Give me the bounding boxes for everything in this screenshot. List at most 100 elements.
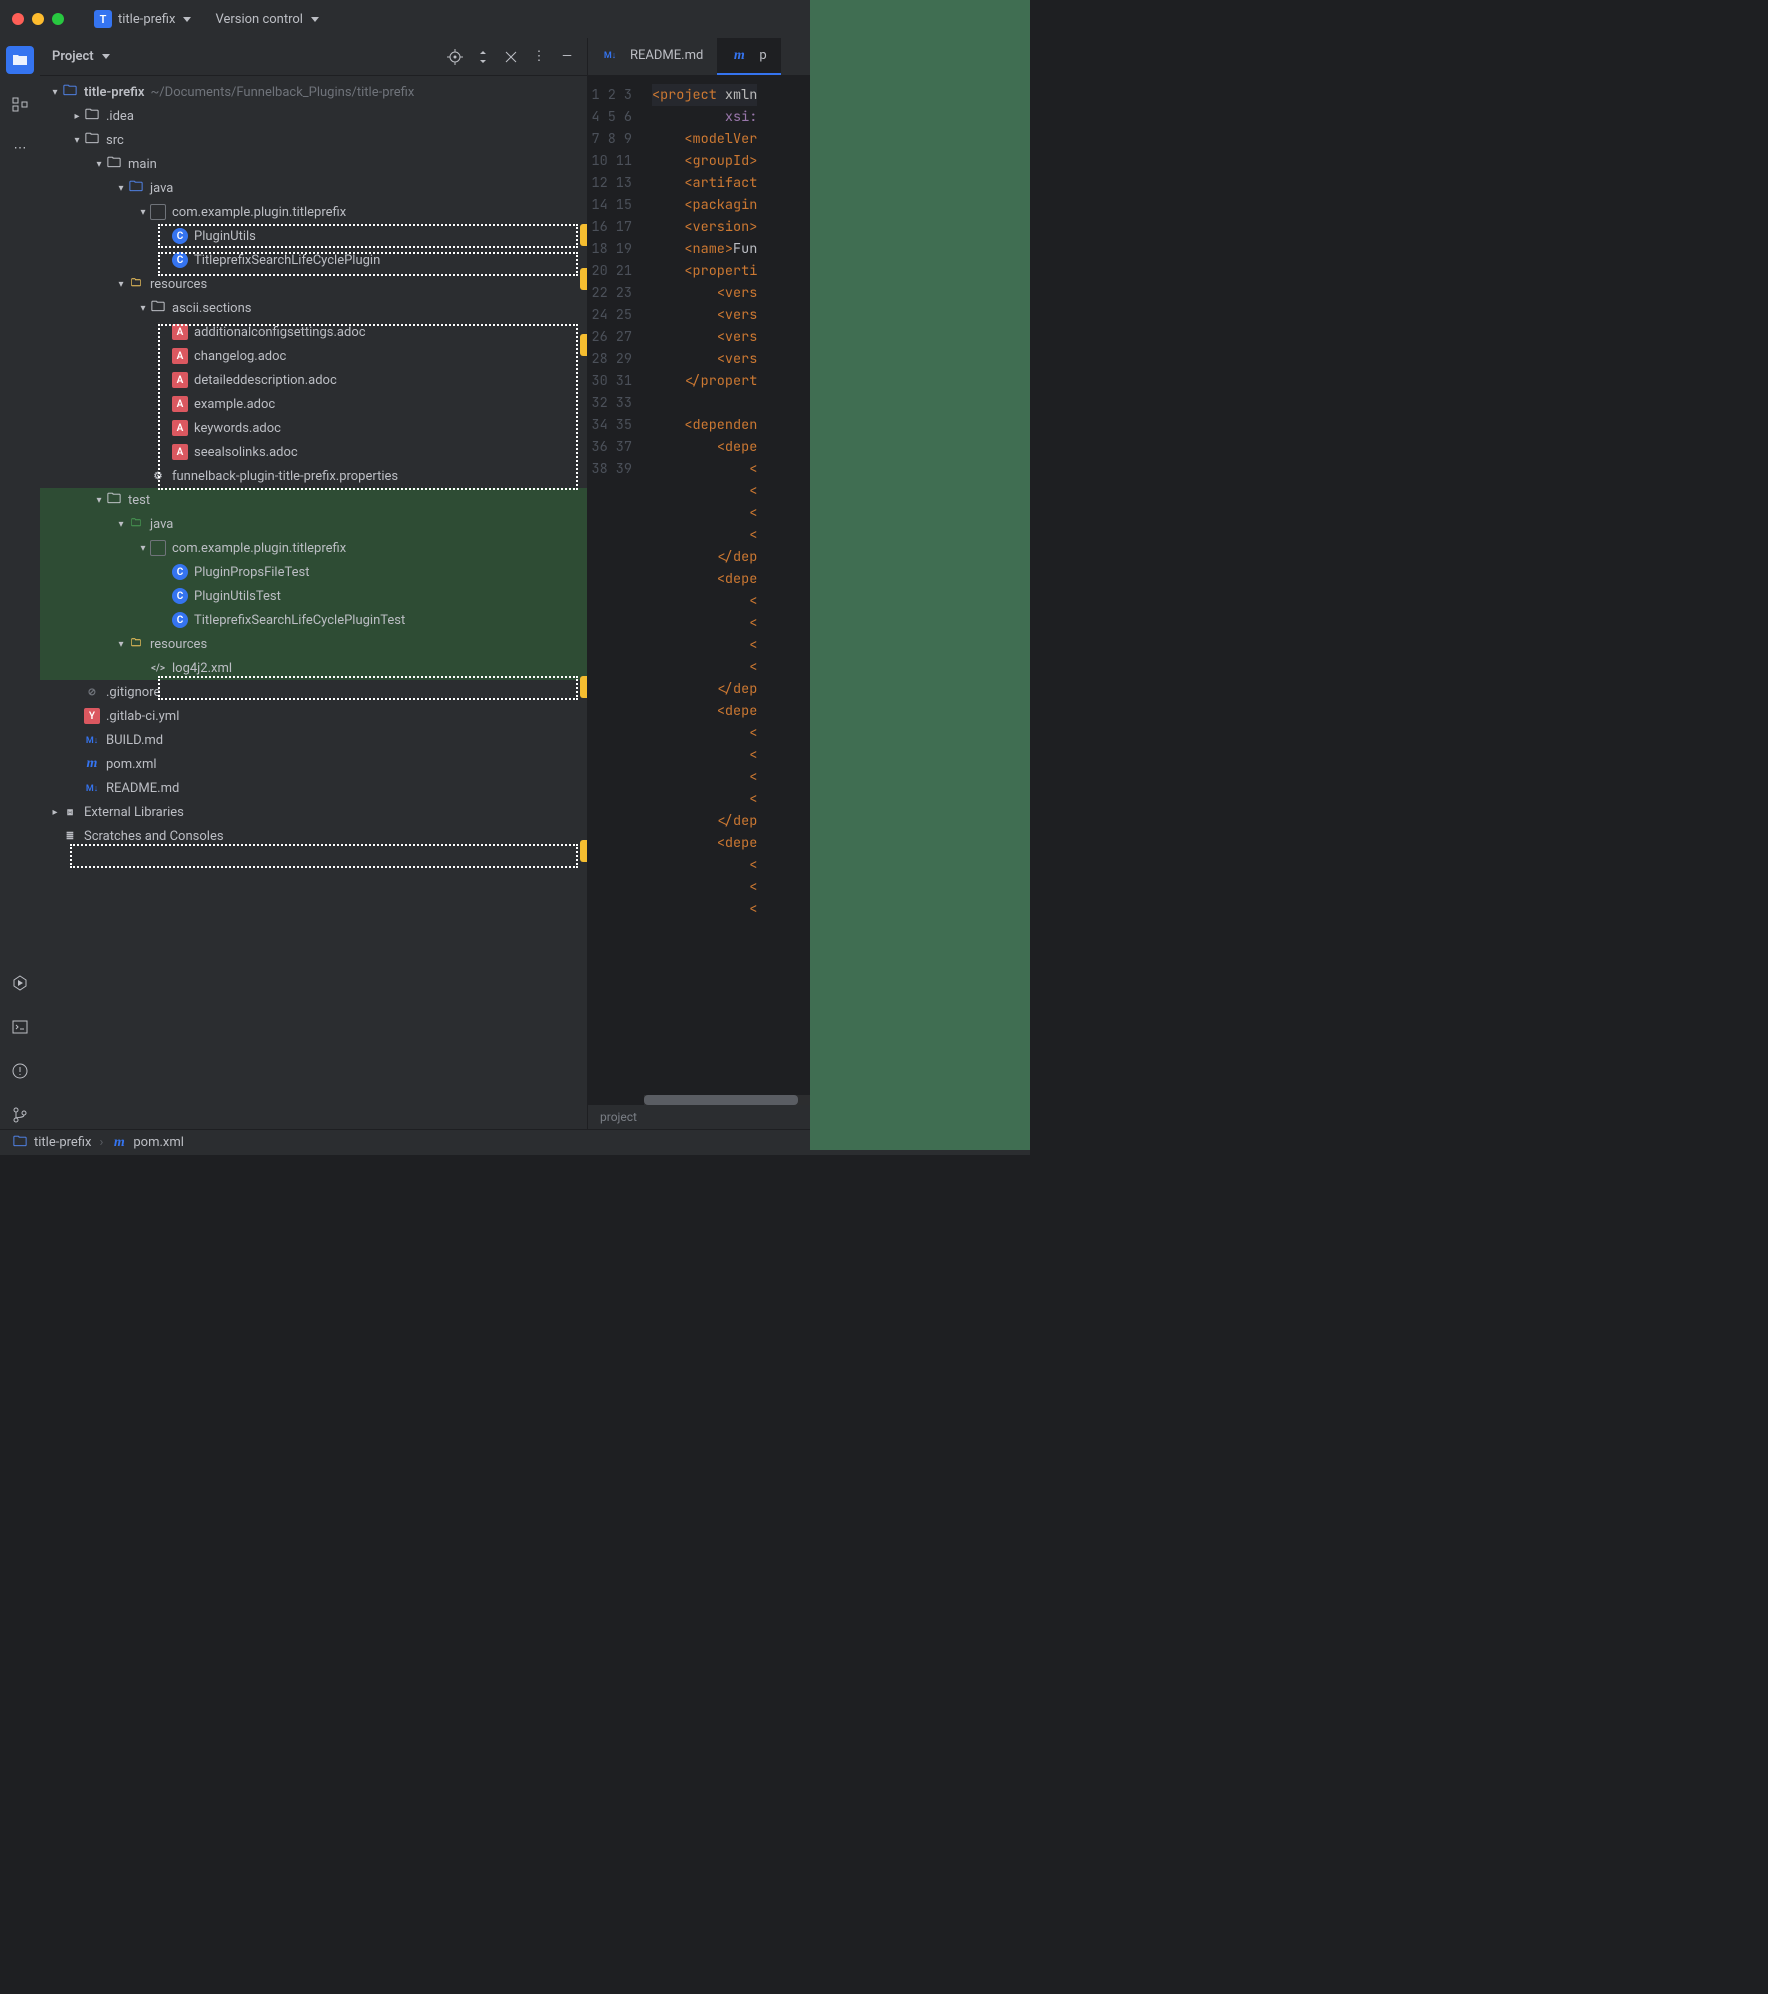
panel-title[interactable]: Project [52,49,110,64]
class-icon: C [172,564,188,580]
tree-item-main-resources[interactable]: 🗀resources [40,272,587,296]
tree-root[interactable]: title-prefix ~/Documents/Funnelback_Plug… [40,80,587,104]
tree-item-gitignore[interactable]: ⊘.gitignore [40,680,587,704]
xml-icon: </> [150,660,166,676]
minimize-icon[interactable] [32,13,44,25]
package-icon [150,540,166,556]
tree-item-external-libs[interactable]: ⧈External Libraries [40,800,587,824]
maven-icon: m [731,48,747,64]
tree-item-adoc[interactable]: Achangelog.adoc [40,344,587,368]
panel-header: Project ⋮ — [40,38,587,76]
module-icon [62,84,78,100]
close-icon[interactable] [12,13,24,25]
collapse-all-icon[interactable] [503,49,519,65]
tree-item-idea[interactable]: .idea [40,104,587,128]
tree-item-scratches[interactable]: ≣Scratches and Consoles [40,824,587,848]
tree-item-test[interactable]: test [40,488,587,512]
tree-item-main[interactable]: main [40,152,587,176]
tree-item-lifecycleplugin[interactable]: CTitleprefixSearchLifeCyclePlugin [40,248,587,272]
test-resources-folder-icon: 🗀 [128,636,144,652]
tree-item-test-cls[interactable]: CPluginUtilsTest [40,584,587,608]
tree-item-test-pkg[interactable]: com.example.plugin.titleprefix [40,536,587,560]
project-tool-button[interactable] [6,46,34,74]
window-controls[interactable] [12,13,64,25]
class-icon: C [172,612,188,628]
vcs-label: Version control [215,12,303,27]
tree-item-adoc[interactable]: Aexample.adoc [40,392,587,416]
ellipsis-icon: ⋯ [14,141,27,156]
callout-3: 3 [580,334,587,356]
tree-item-main-pkg[interactable]: com.example.plugin.titleprefix [40,200,587,224]
class-icon: C [172,228,188,244]
maven-icon: m [84,756,100,772]
tab-readme[interactable]: M↓ README.md [588,38,717,75]
module-icon [12,1135,28,1151]
markdown-icon: M↓ [602,48,618,64]
overlay-strip [810,0,1030,1150]
maven-icon: m [111,1135,127,1151]
hide-panel-icon[interactable]: — [559,49,575,65]
callout-1: 1 [580,224,587,246]
options-icon[interactable]: ⋮ [531,49,547,65]
tree-item-readme[interactable]: M↓README.md [40,776,587,800]
folder-icon [150,300,166,316]
gitignore-icon: ⊘ [84,684,100,700]
tree-item-pluginutils[interactable]: CPluginUtils [40,224,587,248]
tree-item-build-md[interactable]: M↓BUILD.md [40,728,587,752]
chevron-down-icon [102,54,110,59]
left-toolbar: ⋯ [0,38,40,1129]
folder-icon [84,108,100,124]
project-name: title-prefix [118,12,175,27]
structure-tool-button[interactable] [6,90,34,118]
chevron-down-icon [311,17,319,22]
scrollbar-thumb[interactable] [644,1095,798,1105]
adoc-icon: A [172,372,188,388]
code[interactable]: <project xmln xsi: <modelVer <groupId> <… [644,76,757,1105]
vcs-menu[interactable]: Version control [207,8,327,31]
locate-icon[interactable] [447,49,463,65]
markdown-icon: M↓ [84,780,100,796]
git-tool-button[interactable] [6,1101,34,1129]
adoc-icon: A [172,444,188,460]
project-menu[interactable]: T title-prefix [86,6,199,32]
tree-item-adoc[interactable]: Aadditionalconfigsettings.adoc [40,320,587,344]
folder-icon [12,52,28,68]
tree-item-test-cls-lifecycle[interactable]: CTitleprefixSearchLifeCyclePluginTest [40,608,587,632]
folder-icon [106,156,122,172]
project-tree[interactable]: title-prefix ~/Documents/Funnelback_Plug… [40,76,587,1129]
tree-item-test-cls[interactable]: CPluginPropsFileTest [40,560,587,584]
tree-item-src[interactable]: src [40,128,587,152]
tree-item-main-java[interactable]: java [40,176,587,200]
problems-tool-button[interactable] [6,1057,34,1085]
tree-item-gitlab-ci[interactable]: Y.gitlab-ci.yml [40,704,587,728]
maximize-icon[interactable] [52,13,64,25]
gutter: 1 2 3 4 5 6 7 8 9 10 11 12 13 14 15 16 1… [588,76,644,1105]
crumb-project[interactable]: title-prefix [12,1135,91,1151]
terminal-icon [12,1019,28,1035]
tree-item-adoc[interactable]: Akeywords.adoc [40,416,587,440]
adoc-icon: A [172,324,188,340]
adoc-icon: A [172,396,188,412]
git-branch-icon [12,1107,28,1123]
properties-icon: ⚙ [150,468,166,484]
tree-item-log4j[interactable]: </>log4j2.xml [40,656,587,680]
crumb-file[interactable]: m pom.xml [111,1135,184,1151]
class-icon: C [172,252,188,268]
crumb-separator-icon: › [99,1135,103,1150]
tree-item-adoc[interactable]: Adetaileddescription.adoc [40,368,587,392]
terminal-tool-button[interactable] [6,1013,34,1041]
tree-item-ascii[interactable]: ascii.sections [40,296,587,320]
tree-item-properties[interactable]: ⚙funnelback-plugin-title-prefix.properti… [40,464,587,488]
callout-2: 2 [580,268,587,290]
expand-all-icon[interactable] [475,49,491,65]
tree-item-pom[interactable]: mpom.xml [40,752,587,776]
more-tool-button[interactable]: ⋯ [6,134,34,162]
folder-icon [106,492,122,508]
library-icon: ⧈ [62,804,78,820]
run-tool-button[interactable] [6,969,34,997]
warning-circle-icon [12,1063,28,1079]
tree-item-test-resources[interactable]: 🗀resources [40,632,587,656]
tree-item-test-java[interactable]: 🗀java [40,512,587,536]
tab-pom[interactable]: m p [717,38,780,75]
tree-item-adoc[interactable]: Aseealsolinks.adoc [40,440,587,464]
